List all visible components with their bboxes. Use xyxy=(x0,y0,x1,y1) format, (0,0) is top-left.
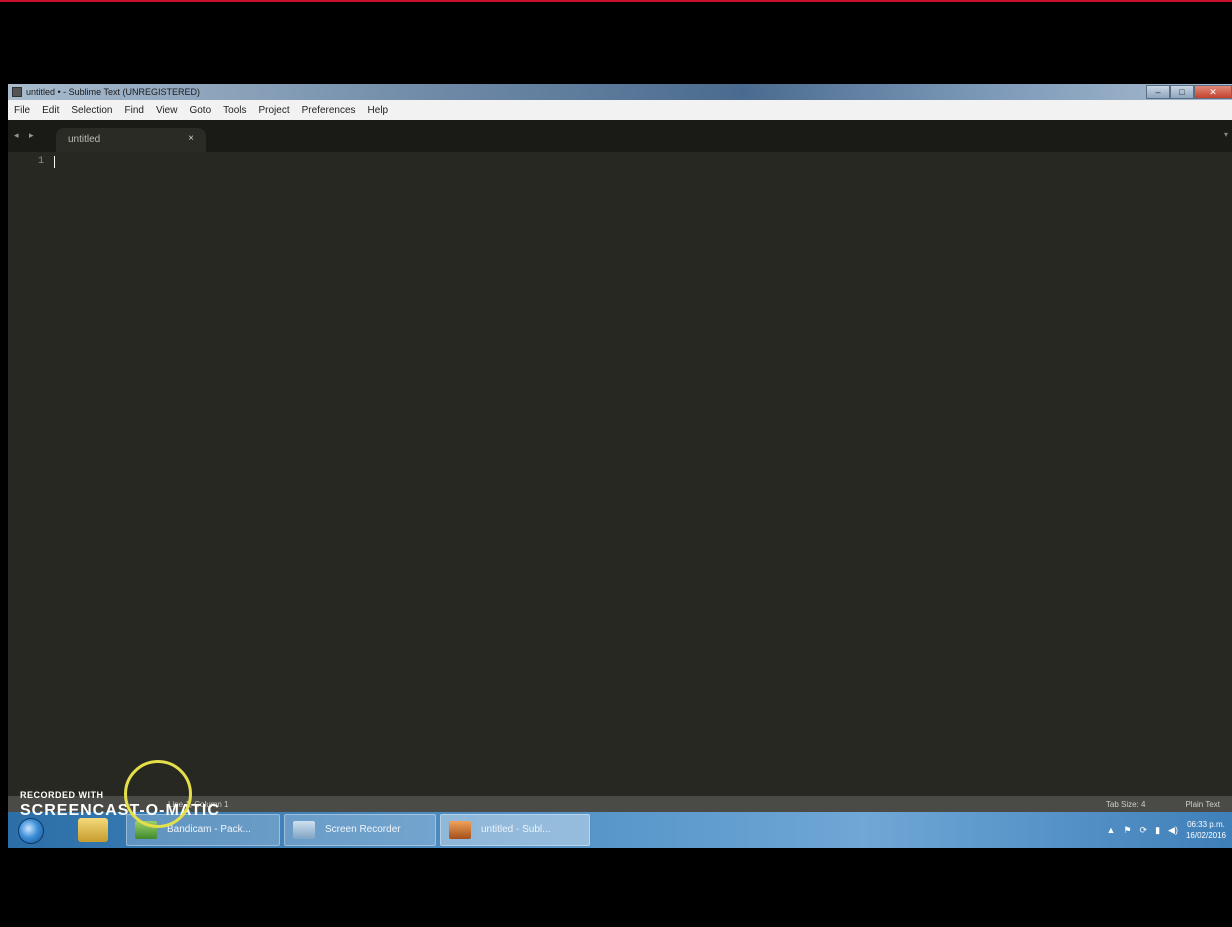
video-frame: untitled • - Sublime Text (UNREGISTERED)… xyxy=(0,0,1232,927)
syntax-selector[interactable]: Plain Text xyxy=(1185,800,1220,809)
menu-file[interactable]: File xyxy=(8,105,36,116)
tab-dropdown-icon[interactable]: ▾ xyxy=(1224,130,1228,139)
tab-label: untitled xyxy=(68,134,101,145)
system-tray: ▲ ⚑ ⟳ ▮ ◀) 06:33 p.m. 16/02/2016 xyxy=(1032,812,1232,848)
window-title: untitled • - Sublime Text (UNREGISTERED) xyxy=(26,87,201,97)
sync-icon[interactable]: ⟳ xyxy=(1140,825,1148,836)
clock[interactable]: 06:33 p.m. 16/02/2016 xyxy=(1186,819,1226,841)
taskbar-button-sublime[interactable]: untitled - Subl... xyxy=(440,814,590,846)
line-number: 1 xyxy=(37,156,44,167)
tab-untitled[interactable]: untitled × xyxy=(56,128,206,152)
editor-area[interactable] xyxy=(54,152,1232,796)
menu-help[interactable]: Help xyxy=(362,105,395,116)
close-button[interactable]: ✕ xyxy=(1194,85,1232,99)
menu-project[interactable]: Project xyxy=(253,105,296,116)
desktop-screen: untitled • - Sublime Text (UNREGISTERED)… xyxy=(8,84,1232,848)
network-icon[interactable]: ▮ xyxy=(1155,825,1160,836)
window-titlebar[interactable]: untitled • - Sublime Text (UNREGISTERED)… xyxy=(8,84,1232,100)
tab-nav-arrows-icon[interactable]: ◂ ▸ xyxy=(14,130,38,141)
clock-date: 16/02/2016 xyxy=(1185,831,1226,840)
taskbar-button-screen-recorder[interactable]: Screen Recorder xyxy=(284,814,436,846)
explorer-icon[interactable] xyxy=(78,818,108,842)
taskbar-button-label: untitled - Subl... xyxy=(481,824,551,835)
menu-tools[interactable]: Tools xyxy=(217,105,252,116)
tab-bar: ◂ ▸ untitled × ▾ xyxy=(8,120,1232,152)
window-controls: – □ ✕ xyxy=(1146,85,1232,99)
start-button[interactable] xyxy=(18,818,44,844)
show-hidden-icons-icon[interactable]: ▲ xyxy=(1107,825,1116,835)
sublime-app-icon xyxy=(12,87,22,97)
menu-edit[interactable]: Edit xyxy=(36,105,65,116)
maximize-button[interactable]: □ xyxy=(1170,85,1194,99)
taskbar-button-label: Bandicam - Pack... xyxy=(167,824,251,835)
minimize-button[interactable]: – xyxy=(1146,85,1170,99)
screen-recorder-icon xyxy=(293,821,315,839)
tab-size-selector[interactable]: Tab Size: 4 xyxy=(1106,800,1146,809)
menu-selection[interactable]: Selection xyxy=(65,105,118,116)
menu-find[interactable]: Find xyxy=(119,105,150,116)
mouse-click-highlight xyxy=(124,760,192,828)
line-gutter: 1 xyxy=(8,152,54,848)
menu-view[interactable]: View xyxy=(150,105,184,116)
clock-time: 06:33 p.m. xyxy=(1187,820,1225,829)
tab-close-icon[interactable]: × xyxy=(188,133,194,144)
menu-bar: File Edit Selection Find View Goto Tools… xyxy=(8,100,1232,120)
taskbar-button-label: Screen Recorder xyxy=(325,824,401,835)
volume-icon[interactable]: ◀) xyxy=(1168,825,1178,836)
action-center-icon[interactable]: ⚑ xyxy=(1123,825,1131,836)
sublime-icon xyxy=(449,821,471,839)
menu-goto[interactable]: Goto xyxy=(183,105,217,116)
menu-preferences[interactable]: Preferences xyxy=(296,105,362,116)
